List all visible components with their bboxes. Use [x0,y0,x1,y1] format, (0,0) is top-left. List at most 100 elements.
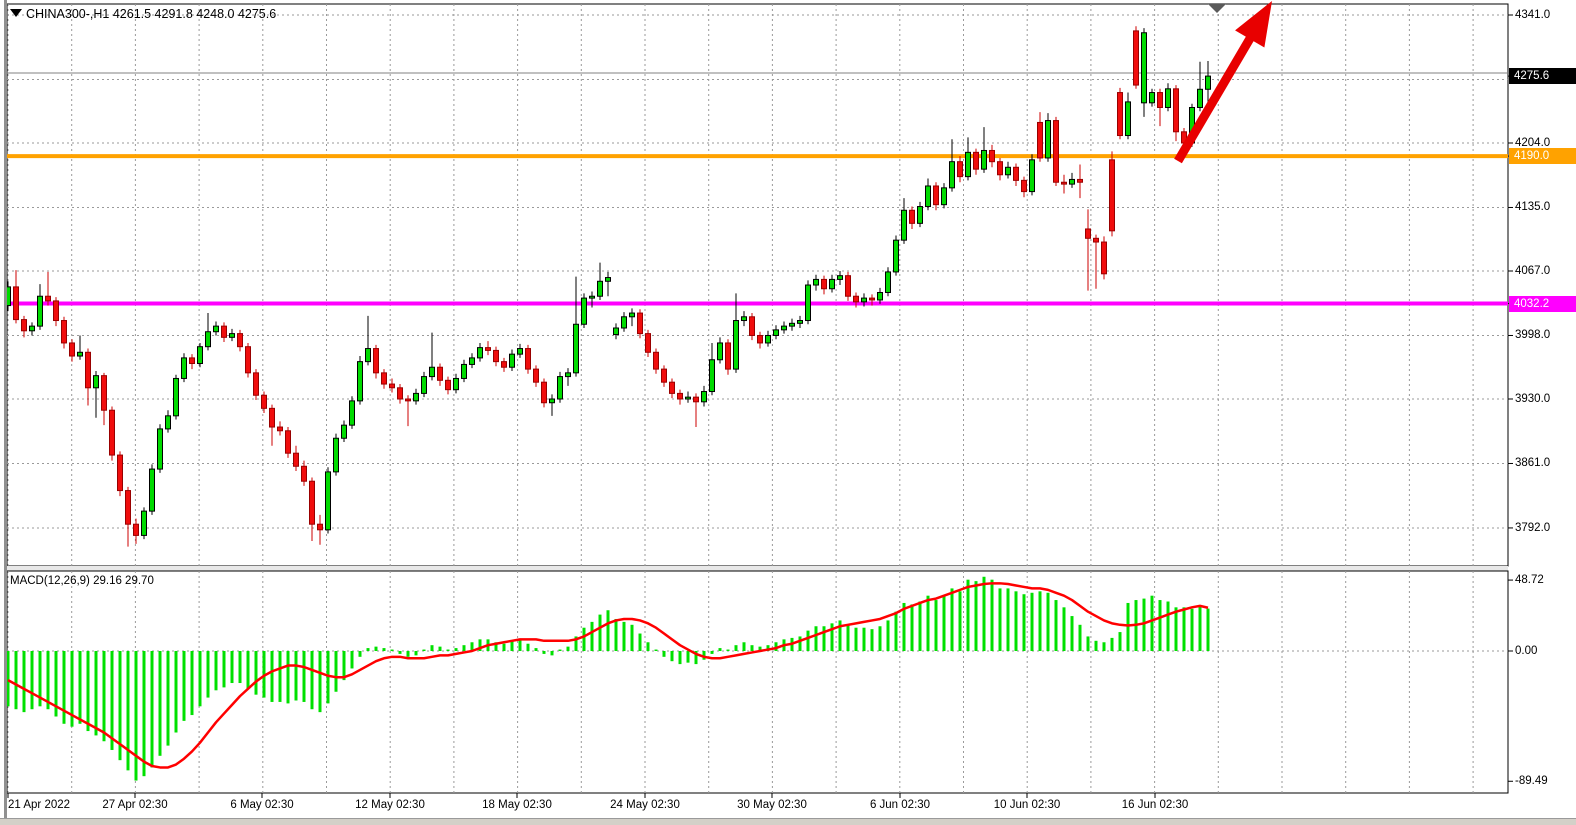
macd-bar [927,596,930,651]
candle [126,491,131,525]
candle [438,367,443,380]
candle [622,317,627,328]
macd-bar [1015,591,1018,651]
macd-bar [919,602,922,651]
candle [950,162,955,188]
candle [862,298,867,302]
candle [174,378,179,415]
candle [1142,33,1147,103]
macd-bar [1111,638,1114,651]
candle [54,301,59,321]
candle [470,358,475,365]
candle [142,511,147,535]
date-axis-label: 12 May 02:30 [355,799,425,811]
macd-bar [607,610,610,651]
macd-bar [415,651,418,655]
macd-bar [191,651,194,715]
macd-bar [1167,602,1170,651]
candle [430,367,435,376]
candle [838,276,843,280]
candle [1030,160,1035,192]
candle [1086,229,1091,238]
macd-bar [1199,606,1202,651]
macd-bar [1151,596,1154,651]
macd-bar [391,650,394,651]
macd-bar [407,651,410,657]
candle [526,349,531,370]
candle [942,188,947,205]
candle [486,348,491,351]
candle [1102,242,1107,274]
macd-bar [975,581,978,651]
macd-bar [879,626,882,651]
macd-bar [63,651,66,724]
candle [742,317,747,321]
candle [326,472,331,530]
price-axis-label: 3792.0 [1515,522,1550,534]
candle [702,392,707,402]
macd-bar [719,648,722,651]
macd-bar [247,651,250,689]
candle [542,382,547,403]
candle [286,431,291,453]
macd-bar [543,651,546,654]
triangle-down-icon[interactable] [10,9,22,17]
macd-bar [631,625,634,651]
candle [366,349,371,362]
candle [358,362,363,401]
macd-bar [1103,642,1106,651]
price-axis-label: 4067.0 [1515,265,1550,277]
candle [1006,167,1011,174]
candle [606,278,611,282]
candle [846,276,851,297]
candle [1174,89,1179,132]
macd-bar [431,645,434,651]
macd-bar [743,642,746,651]
last-price-label: 4275.6 [1509,68,1576,84]
candle [550,399,555,403]
candle [854,296,859,302]
macd-bar [311,651,314,709]
candle [1070,179,1075,184]
candle [1078,179,1083,182]
macd-bar [999,588,1002,651]
macd-bar [647,642,650,651]
candle [518,349,523,355]
macd-bar [31,651,34,709]
macd-indicator-label: MACD(12,26,9) 29.16 29.70 [10,575,154,587]
candle [734,321,739,370]
candle [966,152,971,176]
candle [750,317,755,336]
candle [798,321,803,324]
candle [134,524,139,535]
macd-bar [943,596,946,651]
candle [566,373,571,377]
macd-bar [503,644,506,651]
candle [878,292,883,299]
candle [822,279,827,288]
candle [694,397,699,402]
macd-bar [639,634,642,651]
candle [102,376,107,411]
candle [886,272,891,293]
candle [198,347,203,364]
candle [958,162,963,177]
macd-bar [399,651,402,654]
date-axis-label: 6 Jun 02:30 [870,799,930,811]
macd-bar [1207,609,1210,651]
macd-bar [1071,616,1074,651]
macd-bar [367,648,370,651]
macd-bar [439,647,442,651]
candle [150,469,155,511]
candle [710,360,715,392]
macd-bar [1183,607,1186,651]
candle [1110,160,1115,231]
candle [78,352,83,356]
candle [1022,180,1027,191]
resistance-line-price-label: 4190.0 [1509,148,1576,164]
chart-title: CHINA300-,H1 4261.5 4291.8 4248.0 4275.6 [26,7,276,21]
macd-bar [255,651,258,695]
candle [1150,93,1155,103]
macd-bar [271,651,274,702]
chart-canvas[interactable] [0,0,1576,825]
